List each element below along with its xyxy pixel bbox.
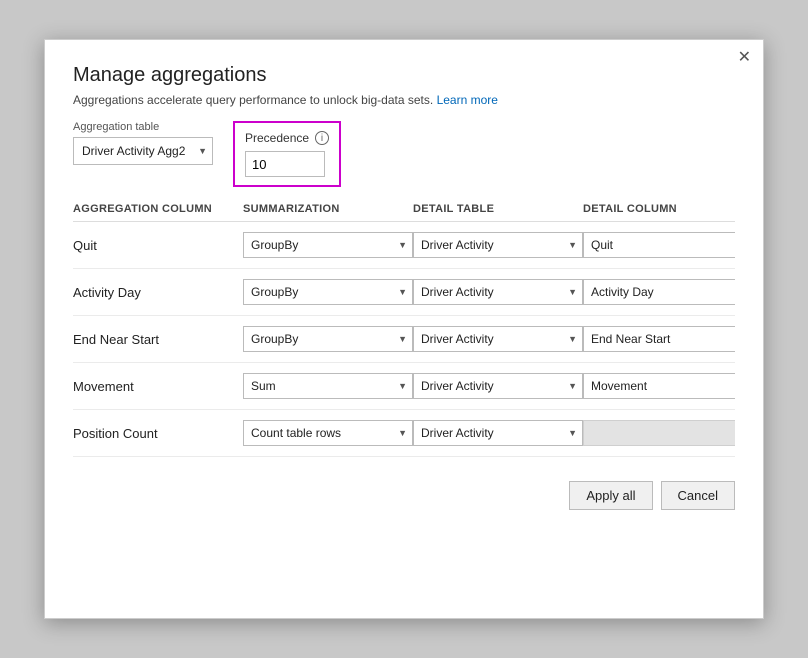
detail-column-select-3[interactable]: MovementQuitActivity DayEnd Near Start [583, 373, 735, 399]
detail-table-select-2[interactable]: Driver Activity [413, 326, 583, 352]
agg-col-position-count: Position Count [73, 426, 243, 441]
precedence-box: Precedence i [233, 121, 341, 187]
apply-all-button[interactable]: Apply all [569, 481, 652, 510]
close-button[interactable]: ✕ [738, 50, 751, 66]
detail-table-select-wrapper-4: Driver Activity [413, 420, 583, 446]
detail-table-select-wrapper-1: Driver Activity [413, 279, 583, 305]
detail-column-select-wrapper-3: MovementQuitActivity DayEnd Near Start [583, 373, 735, 399]
aggregation-table-field: Aggregation table Driver Activity Agg2 [73, 121, 213, 165]
precedence-input[interactable] [245, 151, 325, 177]
table-row: Movement SumGroupByCountCount table rows… [73, 363, 735, 410]
detail-column-select-wrapper-1: Activity DayQuitEnd Near StartMovement [583, 279, 735, 305]
aggregation-table-select[interactable]: Driver Activity Agg2 [73, 137, 213, 165]
table-row: Activity Day GroupBySumCountCount table … [73, 269, 735, 316]
detail-column-select-wrapper-2: End Near StartQuitActivity DayMovement [583, 326, 735, 352]
dialog-description: Aggregations accelerate query performanc… [73, 93, 735, 107]
header-summarization: SUMMARIZATION [243, 203, 413, 215]
detail-column-select-wrapper-4 [583, 420, 735, 446]
manage-aggregations-dialog: ✕ Manage aggregations Aggregations accel… [44, 39, 764, 619]
agg-col-quit: Quit [73, 238, 243, 253]
detail-table-select-3[interactable]: Driver Activity [413, 373, 583, 399]
header-actions [753, 203, 793, 215]
detail-column-select-0[interactable]: QuitActivity DayEnd Near StartMovement [583, 232, 735, 258]
top-controls: Aggregation table Driver Activity Agg2 P… [73, 121, 735, 187]
dialog-footer: Apply all Cancel [73, 481, 735, 510]
summarization-select-2[interactable]: GroupBySumCountCount table rows [243, 326, 413, 352]
description-text: Aggregations accelerate query performanc… [73, 93, 433, 107]
detail-column-select-wrapper-0: QuitActivity DayEnd Near StartMovement [583, 232, 735, 258]
header-detail-column: DETAIL COLUMN [583, 203, 753, 215]
table-row: End Near Start GroupBySumCountCount tabl… [73, 316, 735, 363]
dialog-title: Manage aggregations [73, 64, 735, 87]
info-icon[interactable]: i [315, 131, 329, 145]
detail-column-select-2[interactable]: End Near StartQuitActivity DayMovement [583, 326, 735, 352]
cancel-button[interactable]: Cancel [661, 481, 735, 510]
header-detail-table: DETAIL TABLE [413, 203, 583, 215]
precedence-label: Precedence [245, 131, 309, 145]
agg-col-activity-day: Activity Day [73, 285, 243, 300]
detail-table-select-1[interactable]: Driver Activity [413, 279, 583, 305]
summarization-select-wrapper-1: GroupBySumCountCount table rows [243, 279, 413, 305]
summarization-select-0[interactable]: GroupBySumCountCount table rows [243, 232, 413, 258]
agg-col-movement: Movement [73, 379, 243, 394]
summarization-select-wrapper-4: Count table rowsGroupBySumCount [243, 420, 413, 446]
learn-more-link[interactable]: Learn more [437, 93, 498, 107]
aggregation-table-select-wrapper: Driver Activity Agg2 [73, 137, 213, 165]
aggregation-table-label: Aggregation table [73, 121, 213, 133]
summarization-select-3[interactable]: SumGroupByCountCount table rows [243, 373, 413, 399]
table-header: AGGREGATION COLUMN SUMMARIZATION DETAIL … [73, 203, 735, 222]
summarization-select-wrapper-0: GroupBySumCountCount table rows [243, 232, 413, 258]
detail-column-select-1[interactable]: Activity DayQuitEnd Near StartMovement [583, 279, 735, 305]
detail-table-select-4[interactable]: Driver Activity [413, 420, 583, 446]
detail-table-select-wrapper-2: Driver Activity [413, 326, 583, 352]
detail-table-select-wrapper-3: Driver Activity [413, 373, 583, 399]
table-row: Quit GroupBySumCountCount table rows Dri… [73, 222, 735, 269]
summarization-select-wrapper-3: SumGroupByCountCount table rows [243, 373, 413, 399]
summarization-select-wrapper-2: GroupBySumCountCount table rows [243, 326, 413, 352]
summarization-select-1[interactable]: GroupBySumCountCount table rows [243, 279, 413, 305]
rows-scroll-area[interactable]: Quit GroupBySumCountCount table rows Dri… [73, 222, 735, 457]
table-row: Position Count Count table rowsGroupBySu… [73, 410, 735, 457]
header-aggregation-column: AGGREGATION COLUMN [73, 203, 243, 215]
agg-col-end-near-start: End Near Start [73, 332, 243, 347]
detail-table-select-wrapper-0: Driver Activity [413, 232, 583, 258]
precedence-label-row: Precedence i [245, 131, 329, 145]
detail-table-select-0[interactable]: Driver Activity [413, 232, 583, 258]
detail-column-select-4[interactable] [583, 420, 735, 446]
summarization-select-4[interactable]: Count table rowsGroupBySumCount [243, 420, 413, 446]
